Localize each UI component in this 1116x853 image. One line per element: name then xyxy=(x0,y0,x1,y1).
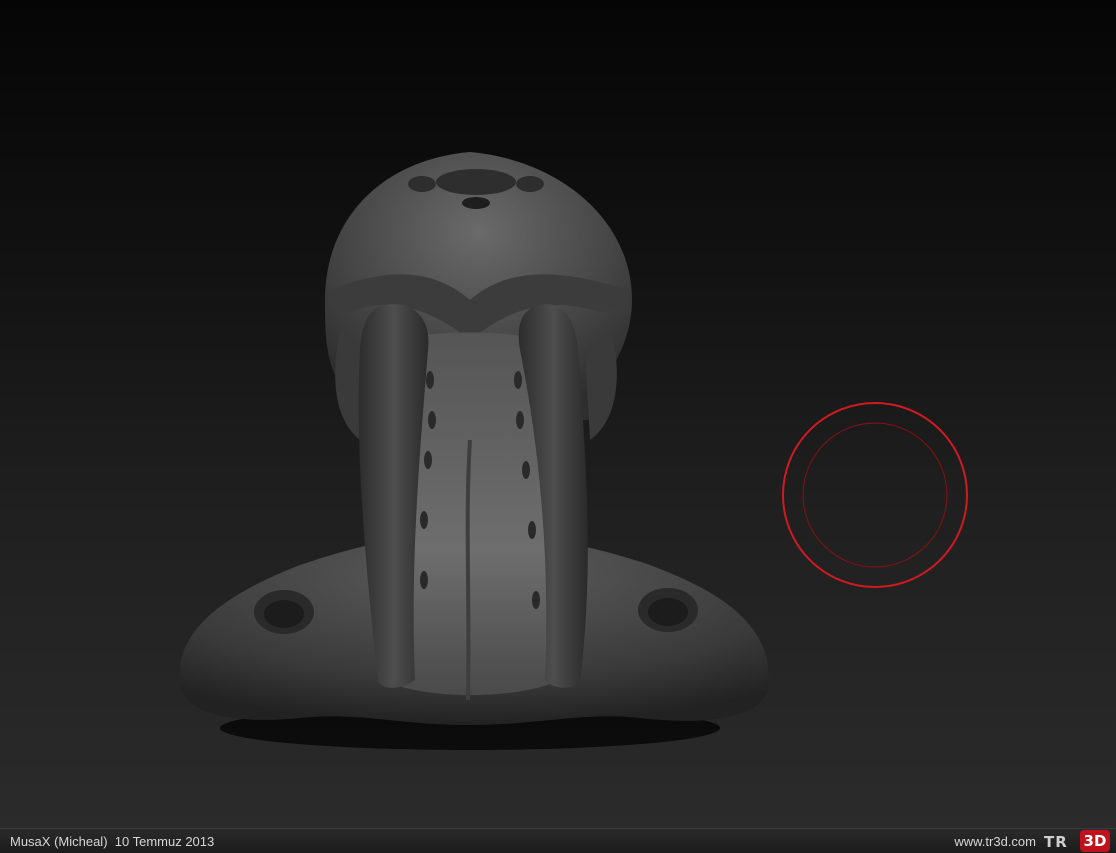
logo-suffix: 3D xyxy=(1080,830,1110,852)
brush-cursor-icon xyxy=(782,402,968,588)
tr3d-logo: TR 3D xyxy=(1044,830,1110,852)
viewport-canvas[interactable] xyxy=(0,0,1116,828)
site-link[interactable]: www.tr3d.com xyxy=(954,834,1036,849)
footer-bar: MusaX (Micheal) 10 Temmuz 2013 www.tr3d.… xyxy=(0,828,1116,853)
logo-prefix: TR xyxy=(1044,833,1068,851)
author-credit: MusaX (Micheal) 10 Temmuz 2013 xyxy=(10,834,215,849)
